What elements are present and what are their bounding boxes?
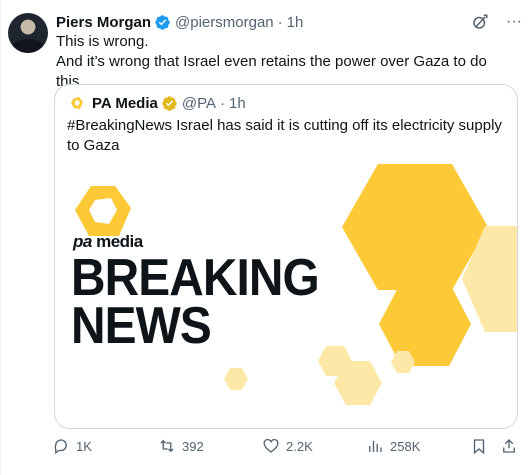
repost-icon [160,439,174,453]
tweet-time[interactable]: 1h [287,14,304,31]
gold-verified-badge-icon[interactable] [161,95,178,112]
bookmark-button[interactable] [470,437,488,455]
tweet-header: Piers Morgan @piersmorgan · 1h ··· [56,11,523,33]
quote-header: PA Media @PA · 1h [67,92,246,114]
reply-count: 1K [76,438,92,454]
quote-author-name[interactable]: PA Media [92,95,158,112]
timeline-border [0,0,1,475]
more-icon[interactable]: ··· [505,13,523,31]
headline-line1: BREAKING [71,249,320,307]
hexagon-tiny [224,368,248,390]
verified-badge-icon[interactable] [154,14,171,31]
separator: · [277,13,283,31]
author-name[interactable]: Piers Morgan [56,14,151,31]
reply-button[interactable]: 1K [52,437,92,455]
like-count: 2.2K [286,438,313,454]
like-button[interactable]: 2.2K [262,437,313,455]
author-handle[interactable]: @piersmorgan [175,14,274,31]
views-button[interactable]: 258K [366,437,420,455]
bookmark-icon [473,439,485,455]
grok-icon[interactable] [471,13,489,31]
quote-separator: · [219,94,225,112]
tweet-text-line1: This is wrong. [56,33,149,50]
avatar[interactable] [8,13,48,53]
share-button[interactable] [500,437,518,455]
hexagon-tiny-2 [391,351,415,373]
headline-line2: NEWS [71,297,212,355]
avatar-image [13,39,43,53]
quote-avatar[interactable] [67,93,87,113]
quote-text: #BreakingNews Israel has said it is cutt… [67,117,502,154]
reply-icon [54,439,67,455]
views-icon [369,440,382,452]
quote-tweet[interactable]: PA Media @PA · 1h #BreakingNews Israel h… [54,84,518,429]
quote-time[interactable]: 1h [229,95,246,112]
share-icon [503,439,515,453]
tweet-text: This is wrong. And it’s wrong that Israe… [56,32,516,92]
hexagon-small-light-2 [334,361,382,405]
views-count: 258K [390,438,421,454]
repost-button[interactable]: 392 [158,437,204,455]
header-actions: ··· [471,13,523,31]
breaking-news-image[interactable]: pa media BREAKING NEWS [55,162,517,428]
quote-author-handle[interactable]: @PA [182,95,216,112]
like-icon [263,438,279,453]
tweet-actions: 1K 392 2.2K 258K [52,437,523,459]
repost-count: 392 [182,438,204,454]
